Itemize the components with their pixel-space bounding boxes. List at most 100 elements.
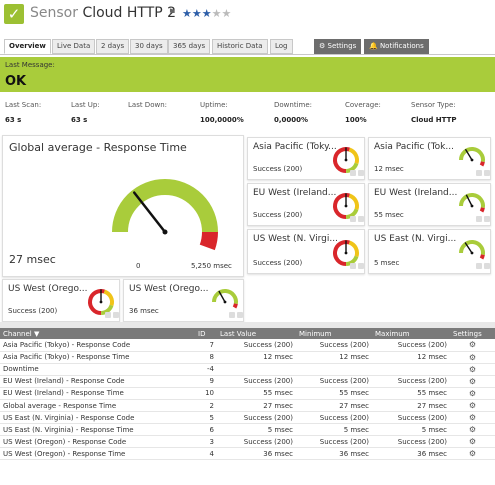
gauge-arc-red xyxy=(479,161,485,167)
cell-id: 8 xyxy=(195,351,217,364)
tab-365-days[interactable]: 365 days xyxy=(168,39,211,54)
gauge-min-label: 0 xyxy=(136,262,141,270)
cell-minimum: 12 msec xyxy=(296,351,372,364)
gauge-card-global-average[interactable]: Global average - Response Time 27 msec 0… xyxy=(2,135,244,277)
gauge-toggle-icon xyxy=(358,263,364,269)
gauge-toggle-icon xyxy=(229,312,235,318)
cell-last-value: Success (200) xyxy=(217,411,296,425)
table-row[interactable]: Asia Pacific (Tokyo) - Response Code 7 Suc… xyxy=(0,339,495,352)
tab-log[interactable]: Log xyxy=(270,39,293,54)
mini-gauge xyxy=(459,193,490,222)
stat-key: Last Down: xyxy=(128,101,167,109)
gauge-toggle-icon xyxy=(358,170,364,176)
gauge-name: Asia Pacific (Tok... xyxy=(374,142,454,152)
gauge-card-eu-time[interactable]: EU West (Ireland... 55 msec xyxy=(368,183,491,226)
gauge-card-asia-code[interactable]: Asia Pacific (Toky... Success (200) xyxy=(247,137,365,180)
table-row[interactable]: Asia Pacific (Tokyo) - Response Time 8 12 … xyxy=(0,351,495,364)
gauge-arc-yellow xyxy=(348,147,359,165)
settings-gear-icon[interactable]: ⚙ xyxy=(450,399,495,413)
mini-gauge xyxy=(212,289,243,318)
gauge-toggle-icon xyxy=(350,216,356,222)
cell-maximum: 27 msec xyxy=(372,399,450,413)
mini-gauge xyxy=(459,147,490,176)
settings-gear-icon[interactable]: ⚙ xyxy=(450,435,495,449)
gauge-card-useast-code[interactable]: US West (N. Virgi... Success (200) xyxy=(247,229,365,274)
table-row[interactable]: EU West (Ireland) - Response Time 10 55 ms… xyxy=(0,387,495,400)
gauge-card-uswest-time[interactable]: US West (Orego... 36 msec xyxy=(123,279,244,322)
cell-channel: Asia Pacific (Tokyo) - Response Code xyxy=(0,339,195,352)
tab-overview[interactable]: Overview xyxy=(4,39,51,54)
gauge-card-eu-code[interactable]: EU West (Ireland... Success (200) xyxy=(247,183,365,226)
gauge-value: Success (200) xyxy=(253,165,303,173)
stat-value: 63 s xyxy=(71,116,88,124)
cell-minimum: 5 msec xyxy=(296,423,372,437)
settings-gear-icon[interactable]: ⚙ xyxy=(450,351,495,364)
settings-gear-icon[interactable]: ⚙ xyxy=(450,411,495,425)
sensor-name: Cloud HTTP 2 xyxy=(82,5,177,21)
settings-gear-icon[interactable]: ⚙ xyxy=(450,387,495,400)
gauge-arc-red xyxy=(479,207,485,213)
gauge-card-uswest-code[interactable]: US West (Orego... Success (200) xyxy=(2,279,120,322)
cell-id: 7 xyxy=(195,339,217,352)
stat-value: 63 s xyxy=(5,116,22,124)
col-last-value[interactable]: Last Value xyxy=(217,328,296,339)
stat-value: 100,0000% xyxy=(200,116,244,124)
table-row[interactable]: US West (Oregon) - Response Time 4 36 msec… xyxy=(0,447,495,461)
col-channel[interactable]: Channel ▼ xyxy=(0,328,195,339)
cell-channel: EU West (Ireland) - Response Time xyxy=(0,387,195,400)
table-row[interactable]: Downtime -4 ⚙ xyxy=(0,363,495,376)
settings-gear-icon[interactable]: ⚙ xyxy=(450,363,495,376)
cell-maximum: Success (200) xyxy=(372,435,450,449)
gauge-card-asia-time[interactable]: Asia Pacific (Tok... 12 msec xyxy=(368,137,491,180)
cell-maximum xyxy=(372,363,450,376)
gauge-value: 12 msec xyxy=(374,165,404,173)
cell-minimum: 55 msec xyxy=(296,387,372,400)
gauge-hub xyxy=(470,158,474,162)
gauge-name: EU West (Ireland... xyxy=(253,188,337,198)
gauge-name: US West (Orego... xyxy=(129,284,209,294)
stat-coverage: Coverage: 100% xyxy=(345,101,381,124)
gauge-card-useast-time[interactable]: US East (N. Virgi... 5 msec xyxy=(368,229,491,274)
tab-settings[interactable]: ⚙ Settings xyxy=(314,39,362,54)
gauge-max-label: 5,250 msec xyxy=(191,262,232,270)
cell-id: 9 xyxy=(195,375,217,388)
col-minimum[interactable]: Minimum xyxy=(296,328,372,339)
settings-gear-icon[interactable]: ⚙ xyxy=(450,447,495,461)
col-maximum[interactable]: Maximum xyxy=(372,328,450,339)
stat-downtime: Downtime: 0,0000% xyxy=(274,101,312,124)
page-header: ✓ Sensor Cloud HTTP 2 ⚑ ★★★★★ xyxy=(0,0,495,30)
gauge-arc-yellow xyxy=(103,289,114,307)
settings-gear-icon[interactable]: ⚙ xyxy=(450,375,495,388)
table-row[interactable]: EU West (Ireland) - Response Code 9 Succes… xyxy=(0,375,495,388)
empty-stars-icon[interactable]: ★★ xyxy=(212,7,232,20)
table-row[interactable]: US East (N. Virginia) - Response Time 6 5 … xyxy=(0,423,495,437)
gauge-arc-red xyxy=(479,254,485,260)
col-id[interactable]: ID xyxy=(195,328,217,339)
stat-value: 0,0000% xyxy=(274,116,309,124)
settings-gear-icon[interactable]: ⚙ xyxy=(450,339,495,352)
priority-stars[interactable]: ★★★★★ xyxy=(182,7,231,20)
tab-30-days[interactable]: 30 days xyxy=(130,39,168,54)
tab-notifications[interactable]: 🔔 Notifications xyxy=(364,39,429,54)
table-row[interactable]: Global average - Response Time 2 27 msec 27… xyxy=(0,399,495,413)
gauge-value: Success (200) xyxy=(253,259,303,267)
cell-maximum: 5 msec xyxy=(372,423,450,437)
stat-key: Downtime: xyxy=(274,101,313,109)
tab-live-data[interactable]: Live Data xyxy=(52,39,96,54)
table-row[interactable]: US West (Oregon) - Response Code 3 Success… xyxy=(0,435,495,449)
tab-historic-data[interactable]: Historic Data xyxy=(212,39,268,54)
gauge-toggle-icon xyxy=(484,263,490,269)
cell-minimum: 36 msec xyxy=(296,447,372,461)
cell-channel: US West (Oregon) - Response Time xyxy=(0,447,195,461)
table-row[interactable]: US East (N. Virginia) - Response Code 5 Su… xyxy=(0,411,495,425)
filled-stars-icon[interactable]: ★★★ xyxy=(182,7,212,20)
flag-icon[interactable]: ⚑ xyxy=(168,8,176,18)
sensor-stats: Last Scan: 63 s Last Up: 63 s Last Down: U… xyxy=(0,101,495,131)
cell-minimum: 27 msec xyxy=(296,399,372,413)
tab-2-days[interactable]: 2 days xyxy=(96,39,130,54)
gauge-hub xyxy=(470,204,474,208)
last-message-label: Last Message: xyxy=(5,61,55,69)
gauge-toggle-icon xyxy=(358,216,364,222)
gauge-hub xyxy=(344,158,348,162)
settings-gear-icon[interactable]: ⚙ xyxy=(450,423,495,437)
